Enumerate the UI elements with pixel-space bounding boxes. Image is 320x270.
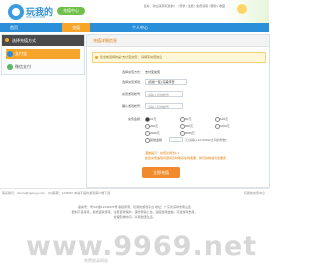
sidebar-item-label: 支付宝 [15, 51, 27, 56]
footer-line-3: 合理安排时间，享受健康生活。 [113, 215, 156, 219]
amount-option-500[interactable]: 500元 [180, 124, 193, 129]
main-nav: 首页 充值 个人中心 [0, 23, 269, 32]
account-input[interactable]: 请输入您的帐号 [145, 91, 183, 97]
logo-mark-icon [8, 4, 24, 20]
amount-option-1000[interactable]: 1000元 [215, 124, 230, 129]
site-footer: 备案号：粤ICP备12345678号 版权所有：玩我的游戏平台 地址：广东省深圳… [0, 205, 269, 220]
nav-item-user-center[interactable]: 个人中心 [126, 23, 154, 32]
sidebar-item-wechat[interactable]: 微信支付 [6, 62, 80, 72]
amount-row: 充值金额： [87, 115, 269, 123]
panel-title: 充值详细信息 [87, 35, 269, 47]
notice-ratio: 温馨提示：充值比例为1:1 [145, 151, 180, 155]
sidebar-item-label: 微信支付 [15, 64, 31, 69]
amount-option-10[interactable]: 10元 [145, 117, 156, 122]
footer-contact-bar: 联系我们：tianxia@qqwyyy.com，QQ客服：1234567 本站不… [0, 188, 269, 198]
confirm-account-input[interactable]: 请输入您的帐号 [145, 103, 183, 109]
amount-label: 充值金额： [127, 117, 143, 121]
game-row: 选择充值游戏： [双线一区] 完美传奇 [87, 78, 269, 86]
info-text: 您当前选择的是"支付宝充值"，请填写充值信息 [100, 55, 163, 59]
sidebar-title: 选择充值方式 [2, 35, 84, 46]
logo-subtext: WANG.COM [26, 15, 46, 19]
payment-sidebar: 选择充值方式 支付宝 微信支付 [1, 34, 85, 75]
wechat-pay-icon [7, 64, 13, 70]
alipay-icon [7, 51, 13, 57]
method-value: 支付宝充值 [145, 70, 161, 74]
sidebar-item-alipay[interactable]: 支付宝 [6, 49, 80, 59]
game-select[interactable]: [双线一区] 完美传奇 [145, 79, 187, 85]
confirm-label: 确认游戏帐号： [121, 104, 143, 108]
site-header: 玩我的 WANG.COM 充值中心 您好，欢迎来到玩我的！ | 登录 | 注册 … [0, 0, 269, 23]
recharge-center-button[interactable]: 充值中心 [57, 7, 85, 15]
amount-option-2000[interactable]: 2000元 [145, 131, 160, 136]
amount-option-100[interactable]: 100元 [215, 117, 228, 122]
amount-option-5000[interactable]: 5000元 [180, 131, 195, 136]
game-label: 选择充值游戏： [121, 80, 143, 84]
header-banner-image [225, 0, 269, 23]
recharge-panel: 充值详细信息 您当前选择的是"支付宝充值"，请填写充值信息 选择充值方式： 支付… [86, 34, 270, 188]
amount-option-other[interactable]: 其他金额 [145, 138, 162, 143]
info-icon [95, 55, 98, 59]
watermark-text: www.9969.net [26, 231, 258, 262]
method-row: 选择充值方式： 支付宝充值 [87, 68, 269, 76]
watermark-subtext: 免费收录网站 [84, 258, 108, 263]
header-links[interactable]: 您好，欢迎来到玩我的！ | 登录 | 注册 | 免费领取 | 帮助 | 收藏 [144, 4, 225, 8]
nav-item-recharge[interactable]: 充值 [62, 23, 90, 32]
account-label: 充值游戏帐号： [121, 92, 143, 96]
amount-option-200[interactable]: 200元 [145, 124, 158, 129]
confirm-row: 确认游戏帐号： 请输入您的帐号 [87, 102, 269, 110]
account-row: 充值游戏帐号： 请输入您的帐号 [87, 90, 269, 98]
info-notice: 您当前选择的是"支付宝充值"，请填写充值信息 [92, 52, 266, 63]
method-label: 选择充值方式： [121, 70, 143, 74]
footer-site-name: 玩我的充值中心 [243, 191, 265, 195]
nav-item-home[interactable]: 首页 [0, 23, 28, 32]
notice-support: 如您充值遇到问题请及时联系在线客服，我们将竭诚为您服务 [145, 156, 227, 160]
recharge-submit-button[interactable]: 立即充值 [142, 167, 180, 178]
amount-option-50[interactable]: 50元 [180, 117, 191, 122]
custom-amount-input[interactable] [169, 137, 183, 142]
footer-contact-text: 联系我们：tianxia@qqwyyy.com，QQ客服：1234567 本站不… [2, 191, 111, 195]
amount-hint: 元(请输入10-50000之间的整数) [185, 138, 227, 142]
site-logo[interactable]: 玩我的 WANG.COM [8, 4, 56, 20]
